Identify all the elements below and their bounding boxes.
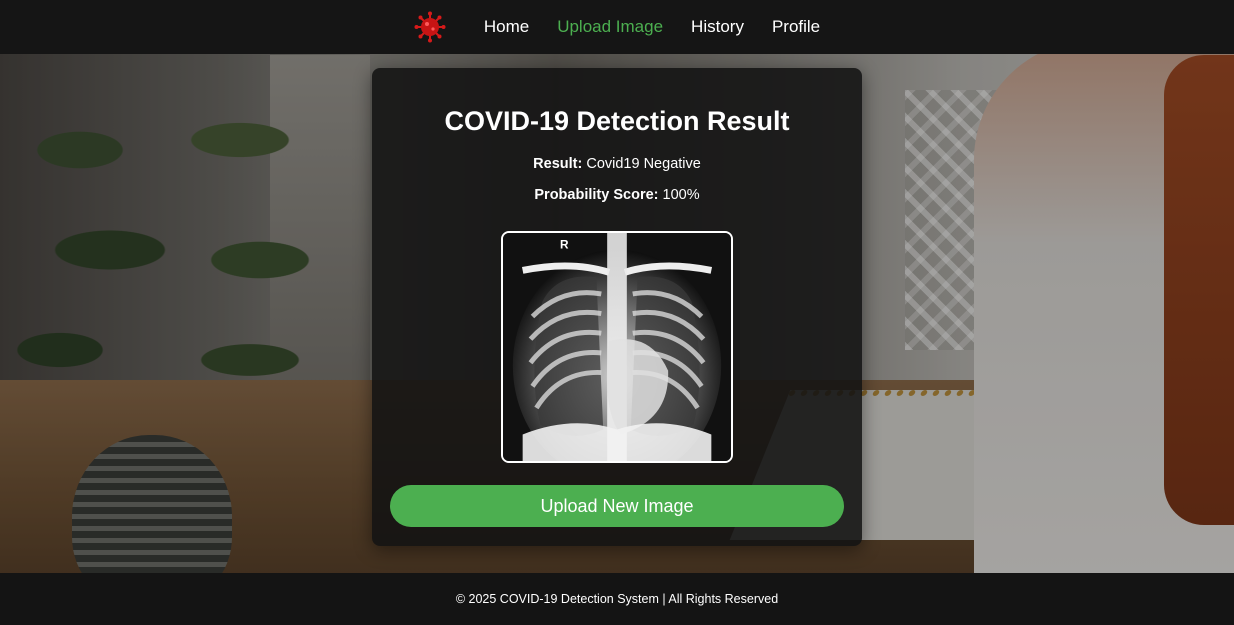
footer-copyright: © 2025 COVID-19 Detection System | All R… <box>455 592 779 606</box>
upload-new-image-button[interactable]: Upload New Image <box>390 485 844 527</box>
nav-home[interactable]: Home <box>484 17 529 37</box>
xray-image: R <box>501 231 733 463</box>
result-label: Result: <box>533 156 583 172</box>
probability-score-line: Probability Score: 100% <box>534 187 699 203</box>
probability-score-label: Probability Score: <box>534 187 659 203</box>
nav-history[interactable]: History <box>691 17 744 37</box>
nav-profile[interactable]: Profile <box>772 17 820 37</box>
chest-xray-graphic: R <box>503 233 731 461</box>
probability-score-value: 100% <box>662 187 700 203</box>
page-title: COVID-19 Detection Result <box>444 106 790 136</box>
virus-icon[interactable] <box>414 11 446 43</box>
footer: © 2025 COVID-19 Detection System | All R… <box>0 573 1234 625</box>
result-card: COVID-19 Detection Result Result: Covid1… <box>372 68 862 546</box>
result-line: Result: Covid19 Negative <box>533 156 701 172</box>
top-navbar: Home Upload Image History Profile <box>0 0 1234 54</box>
xray-side-marker: R <box>560 239 569 252</box>
result-value: Covid19 Negative <box>586 156 701 172</box>
nav-upload-image[interactable]: Upload Image <box>557 17 663 37</box>
